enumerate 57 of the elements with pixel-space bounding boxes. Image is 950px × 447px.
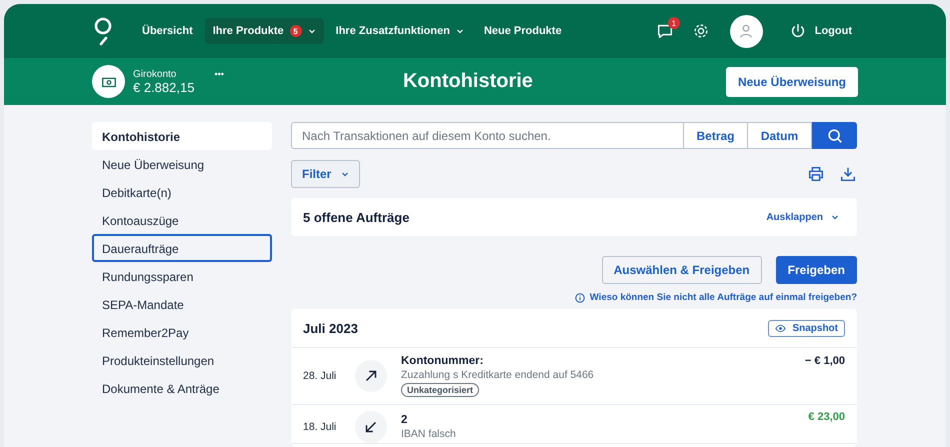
sidebar-item[interactable]: Produkteinstellungen <box>92 346 272 374</box>
account-name: Girokonto <box>133 68 178 80</box>
settings-icon[interactable] <box>692 22 710 40</box>
logout-button[interactable]: Logout <box>782 21 858 41</box>
release-button[interactable]: Freigeben <box>776 256 857 284</box>
chevron-down-icon <box>308 27 316 35</box>
chat-bubble-icon[interactable] <box>656 22 674 40</box>
notification-badge: 1 <box>668 17 680 29</box>
expand-button[interactable]: Ausklappen <box>760 210 845 224</box>
info-link[interactable]: Wieso können Sie nicht alle Aufträge auf einmal freigeben? <box>590 292 857 303</box>
sort-button[interactable]: Betrag <box>684 122 748 149</box>
eye-icon <box>775 322 786 334</box>
info-icon <box>574 292 585 302</box>
sort-button[interactable]: Datum <box>748 122 812 149</box>
avatar[interactable] <box>730 14 763 48</box>
more-button[interactable]: ••• <box>208 68 230 80</box>
sidebar-item[interactable]: Daueraufträge <box>92 234 272 262</box>
search-field[interactable]: Nach Transaktionen auf diesem Konto suchen. <box>291 122 684 149</box>
transaction-amount: − € 1,00 <box>804 355 845 367</box>
sidebar-item[interactable]: Kontohistorie <box>92 122 272 150</box>
print-icon[interactable] <box>807 165 825 183</box>
sidebar-item[interactable]: Neue Überweisung <box>92 150 272 178</box>
sidebar-item[interactable]: Dokumente & Anträge <box>92 374 272 402</box>
chevron-down-icon <box>341 170 350 178</box>
nav-item[interactable]: Ihre Zusatzfunktionen <box>328 18 472 44</box>
count-badge: 5 <box>290 25 302 37</box>
sidebar-item[interactable]: Debitkarte(n) <box>92 178 272 206</box>
nav-item[interactable]: Neue Produkte <box>476 18 570 44</box>
search-icon <box>826 126 844 144</box>
nav-item[interactable]: Ihre Produkte 5 <box>204 18 324 44</box>
chevron-down-icon <box>831 213 839 221</box>
sidebar-item[interactable]: SEPA-Mandate <box>92 290 272 318</box>
select-release-button[interactable]: Auswählen & Freigeben <box>602 256 762 284</box>
open-orders-title: 5 offene Aufträge <box>303 210 410 224</box>
sidebar-item[interactable]: Kontoauszüge <box>92 206 272 234</box>
nav-item[interactable]: Übersicht <box>134 18 201 44</box>
month-title: Juli 2023 <box>303 320 358 336</box>
transaction-title: Kontonummer: <box>401 355 484 367</box>
transaction-description: Zuzahlung s Kreditkarte endend auf 5466 <box>401 369 594 381</box>
logo-icon[interactable] <box>92 16 114 46</box>
filter-button[interactable]: Filter <box>291 160 360 188</box>
sidebar-item[interactable]: Remember2Pay <box>92 318 272 346</box>
sidebar-item[interactable]: Rundungssparen <box>92 262 272 290</box>
transaction-title: 2 <box>401 414 408 426</box>
snapshot-button[interactable]: Snapshot <box>768 320 845 336</box>
chevron-down-icon <box>456 27 464 35</box>
new-transfer-button[interactable]: Neue Überweisung <box>726 66 858 96</box>
transaction-date: 28. Juli <box>303 370 338 382</box>
download-icon[interactable] <box>839 165 857 183</box>
search-button[interactable] <box>812 122 857 149</box>
account-balance: € 2.882,15 <box>133 80 194 94</box>
transaction-date: 18. Juli <box>303 421 338 433</box>
transaction-amount: € 23,00 <box>808 411 845 423</box>
page-title: Kontohistorie <box>402 70 534 93</box>
banknote-icon <box>92 65 125 98</box>
category-tag: Unkategorisiert <box>401 383 480 397</box>
transaction-description: IBAN falsch <box>401 428 456 440</box>
